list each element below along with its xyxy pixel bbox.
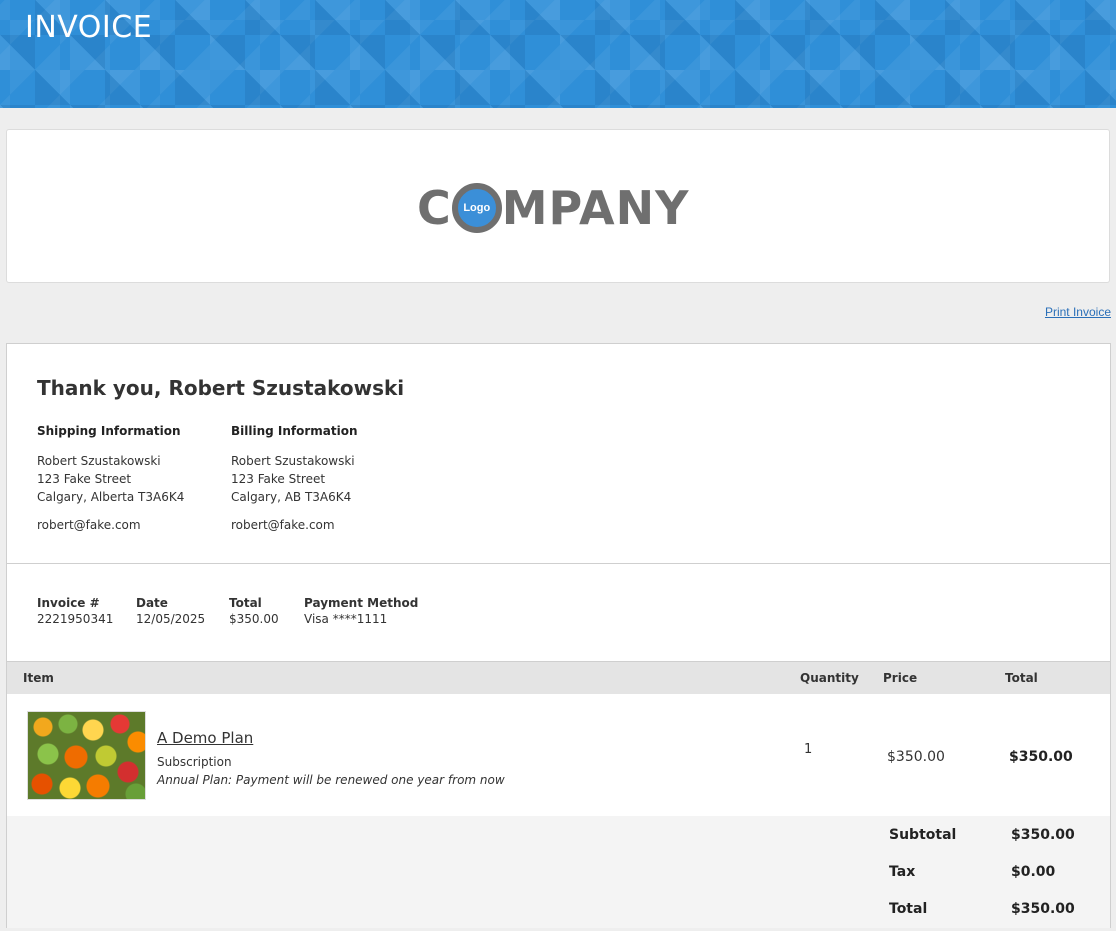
logo-text-end: MPANY xyxy=(501,180,690,235)
column-price: Price xyxy=(883,671,918,685)
row-quantity: 1 xyxy=(804,742,813,757)
logo-card: C Logo MPANY xyxy=(6,129,1110,283)
company-logo: C Logo MPANY xyxy=(417,180,717,235)
header-banner: INVOICE xyxy=(0,0,1116,108)
shipping-city: Calgary, Alberta T3A6K4 xyxy=(37,490,185,504)
invoice-date-value: 12/05/2025 xyxy=(136,612,206,626)
billing-street: 123 Fake Street xyxy=(231,472,326,486)
totals-summary: Subtotal $350.00 Tax $0.00 Total $350.00 xyxy=(7,816,1110,928)
subtotal-value: $350.00 xyxy=(1011,827,1075,843)
invoice-total: Total $350.00 xyxy=(229,596,279,626)
shipping-name: Robert Szustakowski xyxy=(37,454,161,468)
logo-circle-icon: Logo xyxy=(451,182,502,233)
product-note: Annual Plan: Payment will be renewed one… xyxy=(157,773,505,787)
product-name-link[interactable]: A Demo Plan xyxy=(157,729,253,747)
billing-name: Robert Szustakowski xyxy=(231,454,355,468)
section-divider xyxy=(7,563,1110,564)
grand-total-label: Total xyxy=(889,901,928,917)
shipping-heading: Shipping Information xyxy=(37,424,181,438)
logo-text-start: C xyxy=(417,180,452,235)
subtotal-label: Subtotal xyxy=(889,827,957,843)
payment-method: Payment Method Visa ****1111 xyxy=(304,596,418,626)
tax-label: Tax xyxy=(889,864,916,880)
invoice-total-value: $350.00 xyxy=(229,612,279,626)
invoice-number: Invoice # 2221950341 xyxy=(37,596,113,626)
payment-method-value: Visa ****1111 xyxy=(304,612,388,626)
product-image xyxy=(27,711,146,800)
invoice-number-label: Invoice # xyxy=(37,596,100,610)
print-invoice-link[interactable]: Print Invoice xyxy=(1045,305,1111,319)
row-total: $350.00 xyxy=(1009,749,1073,765)
column-quantity: Quantity xyxy=(800,671,859,685)
grand-total-value: $350.00 xyxy=(1011,901,1075,917)
shipping-email: robert@fake.com xyxy=(37,518,141,532)
payment-method-label: Payment Method xyxy=(304,596,419,610)
product-type: Subscription xyxy=(157,755,232,769)
shipping-street: 123 Fake Street xyxy=(37,472,132,486)
billing-heading: Billing Information xyxy=(231,424,358,438)
column-total: Total xyxy=(1005,671,1038,685)
tax-value: $0.00 xyxy=(1011,864,1056,880)
greeting-heading: Thank you, Robert Szustakowski xyxy=(37,376,405,400)
table-row: A Demo Plan Subscription Annual Plan: Pa… xyxy=(7,694,1110,816)
table-header: Item Quantity Price Total xyxy=(7,661,1110,694)
invoice-number-value: 2221950341 xyxy=(37,612,114,626)
shipping-info: Shipping Information Robert Szustakowski… xyxy=(37,424,184,534)
billing-info: Billing Information Robert Szustakowski … xyxy=(231,424,358,534)
billing-city: Calgary, AB T3A6K4 xyxy=(231,490,352,504)
invoice-date-label: Date xyxy=(136,596,168,610)
billing-email: robert@fake.com xyxy=(231,518,335,532)
invoice-total-label: Total xyxy=(229,596,262,610)
row-price: $350.00 xyxy=(887,749,945,765)
page-title: INVOICE xyxy=(25,10,153,45)
column-item: Item xyxy=(23,671,54,685)
invoice-date: Date 12/05/2025 xyxy=(136,596,205,626)
invoice-card: Thank you, Robert Szustakowski Shipping … xyxy=(6,343,1111,928)
logo-circle-text: Logo xyxy=(463,201,491,214)
